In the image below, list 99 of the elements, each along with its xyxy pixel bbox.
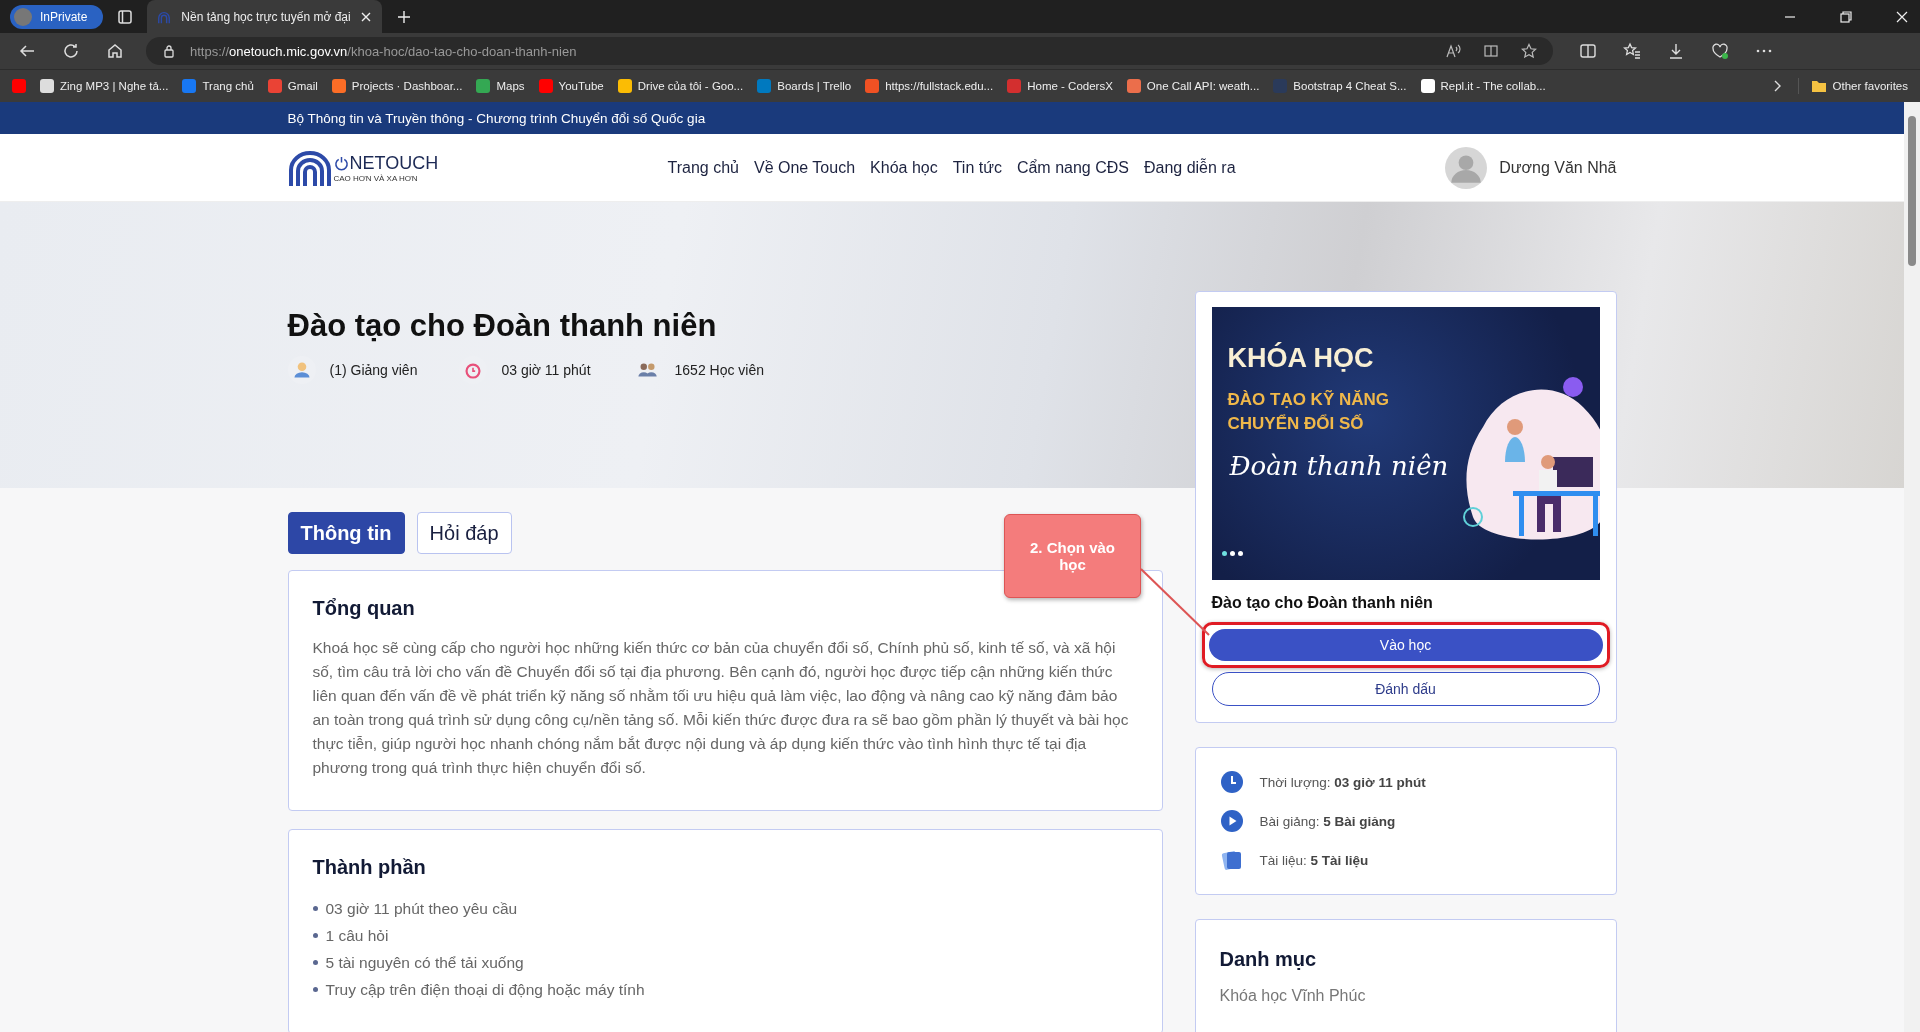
site-icon xyxy=(1007,79,1022,93)
document-icon xyxy=(1219,848,1244,872)
bookmark-item[interactable]: Home - CodersX xyxy=(1007,79,1113,93)
bullet-icon xyxy=(312,987,318,992)
inprivate-label: InPrivate xyxy=(40,9,88,24)
new-tab-icon[interactable] xyxy=(396,8,413,25)
overview-paragraph: Khoá học sẽ cùng cấp cho người học những kiến thức cơ bản của chuyển đổi số, Chính phủ số, kinh tế số, và xã hội số, tìm câu trả lời cho vấn đề Chuyển đổi số tại địa phương. Bên cạnh đó, người học được tiếp cận những kiến thức liên quan đến vấn đề về phát triển kỹ năng số nhằm tối ưu hiệu quả làm việc, lao động và nâng cao kỹ năng đảm bảo an toàn trong quá trình sử dụng công cụ/nền tảng số. Mỗi kiến thức được đưa ra sẽ bao gồm phần lý thuyết và bài học thực tiễn, giúp người học nhanh chóng nắm bắt được nội dung và áp dụng kiến thức vào tình hình thực tế tại địa phương trong quá trình thực hiện chuyển đổi số. xyxy=(312,638,1130,778)
bookmark-item[interactable]: Trang chủ xyxy=(182,79,254,93)
logo-text: NETOUCH xyxy=(349,152,439,174)
info-text: Tài liệu: 5 Tài liệu xyxy=(1259,852,1369,868)
image-heading: KHÓA HỌC xyxy=(1227,343,1375,374)
image-subtitle: ĐÀO TẠO KỸ NĂNG xyxy=(1227,389,1390,411)
bookmark-button[interactable]: Đánh dấu xyxy=(1211,672,1600,706)
image-script-text: Đoàn thanh niên xyxy=(1228,450,1450,483)
address-bar[interactable]: https://onetouch.mic.gov.vn/khoa-hoc/dao-tao-cho-doan-thanh-nien xyxy=(146,37,1553,65)
bookmark-item[interactable]: Drive của tôi - Goo... xyxy=(617,79,744,93)
nav-link[interactable]: Khóa học xyxy=(870,158,938,177)
bullet-icon xyxy=(312,933,318,938)
site-icon xyxy=(865,79,880,93)
heart-pulse-icon[interactable] xyxy=(1711,42,1729,60)
site-icon xyxy=(182,79,197,93)
bookmark-item[interactable]: Gmail xyxy=(267,79,318,93)
tab-actions-icon[interactable] xyxy=(117,8,134,25)
list-item-text: 1 câu hỏi xyxy=(325,926,389,946)
download-icon[interactable] xyxy=(1667,42,1685,60)
course-name: Đào tạo cho Đoàn thanh niên xyxy=(1211,594,1434,612)
folder-icon xyxy=(1810,78,1827,94)
section-heading: Danh mục xyxy=(1219,948,1318,971)
info-text: Thời lượng: 03 giờ 11 phút xyxy=(1259,774,1426,790)
bookmark-item[interactable]: Projects · Dashboar... xyxy=(331,79,463,93)
url-text: https://onetouch.mic.gov.vn/khoa-hoc/dao-tao-cho-doan-thanh-nien xyxy=(190,43,577,59)
site-icon xyxy=(267,79,282,93)
bookmark-item[interactable]: https://fullstack.edu... xyxy=(865,79,994,93)
user-menu[interactable]: Dương Văn Nhã xyxy=(1445,146,1617,189)
read-aloud-icon[interactable] xyxy=(1445,43,1461,59)
list-item-text: Truy cập trên điện thoại di động hoặc máy tính xyxy=(325,980,645,1000)
restore-icon[interactable] xyxy=(1838,8,1854,25)
bookmark-item[interactable]: Repl.it - The collab... xyxy=(1420,79,1546,93)
home-icon[interactable] xyxy=(106,42,124,60)
section-heading: Tổng quan xyxy=(312,597,416,620)
logo-tagline: CAO HƠN VÀ XA HƠN xyxy=(333,173,419,183)
favorites-icon[interactable] xyxy=(1623,42,1641,60)
other-favorites[interactable]: Other favorites xyxy=(1797,78,1908,94)
carousel-dots-icon xyxy=(1221,551,1243,556)
power-icon xyxy=(333,155,349,171)
split-screen-icon[interactable] xyxy=(1579,42,1597,60)
avatar-icon xyxy=(1445,146,1488,189)
callout-note: 2. Chọn vào học xyxy=(1004,514,1141,598)
meta-text: (1) Giảng viên xyxy=(329,362,418,378)
site-icon xyxy=(1420,79,1435,93)
image-subtitle: CHUYỂN ĐỔI SỐ xyxy=(1227,413,1365,435)
close-icon[interactable] xyxy=(360,10,373,23)
profile-icon xyxy=(14,7,32,26)
star-icon[interactable] xyxy=(1521,43,1537,59)
site-icon xyxy=(757,79,772,93)
site-icon xyxy=(12,79,26,93)
site-icon xyxy=(40,79,54,93)
site-icon xyxy=(1126,79,1141,93)
leader-line xyxy=(1141,567,1211,637)
banner-text: Bộ Thông tin và Truyền thông - Chương trình Chuyển đổi số Quốc gia xyxy=(287,110,706,126)
meta-text: 1652 Học viên xyxy=(674,362,765,378)
bookmark-item[interactable]: YouTube xyxy=(538,79,604,93)
tab[interactable]: Thông tin xyxy=(287,512,405,554)
bullet-icon xyxy=(312,906,318,911)
scrollbar[interactable] xyxy=(1904,102,1920,1032)
section-heading: Thành phần xyxy=(312,856,427,879)
bookmark-item[interactable]: Boards | Trello xyxy=(757,79,852,93)
site-icon xyxy=(617,79,632,93)
bookmark-item[interactable]: One Call API: weath... xyxy=(1126,79,1260,93)
bullet-icon xyxy=(312,960,318,965)
inprivate-badge[interactable]: InPrivate xyxy=(10,4,104,29)
tab[interactable]: Hỏi đáp xyxy=(416,512,512,554)
list-item-text: 03 giờ 11 phút theo yêu cầu xyxy=(325,899,518,919)
nav-link[interactable]: Đang diễn ra xyxy=(1143,158,1236,177)
lock-icon xyxy=(162,44,176,58)
play-icon xyxy=(1219,809,1244,833)
arch-logo-icon xyxy=(157,9,172,24)
list-item-text: 5 tài nguyên có thể tải xuống xyxy=(325,953,524,973)
info-text: Bài giảng: 5 Bài giảng xyxy=(1259,813,1396,829)
browser-tab[interactable]: Nền tảng học trực tuyến mở đại xyxy=(147,0,383,33)
arch-logo-icon[interactable] xyxy=(287,149,332,186)
nav-link[interactable]: Tin tức xyxy=(952,158,1002,177)
enter-course-button[interactable]: Vào học xyxy=(1208,629,1603,661)
bookmark-item[interactable]: Maps xyxy=(476,79,525,93)
site-icon xyxy=(538,79,553,93)
nav-link[interactable]: Cẩm nang CĐS xyxy=(1016,158,1129,177)
site-icon xyxy=(1273,79,1288,93)
refresh-icon[interactable] xyxy=(62,42,80,60)
bookmark-item[interactable]: Zing MP3 | Nghe tả... xyxy=(40,79,169,93)
course-title: Đào tạo cho Đoàn thanh niên xyxy=(287,308,718,344)
bookmark-item[interactable]: Bootstrap 4 Cheat S... xyxy=(1273,79,1407,93)
category-link[interactable]: Khóa học Vĩnh Phúc xyxy=(1219,987,1366,1004)
site-icon xyxy=(476,79,491,93)
meta-text: 03 giờ 11 phút xyxy=(501,362,591,378)
nav-link[interactable]: Trang chủ xyxy=(667,158,739,177)
nav-link[interactable]: Về One Touch xyxy=(753,158,856,177)
site-icon xyxy=(331,79,346,93)
clock-icon xyxy=(1219,770,1244,794)
reader-icon[interactable] xyxy=(1483,43,1499,59)
